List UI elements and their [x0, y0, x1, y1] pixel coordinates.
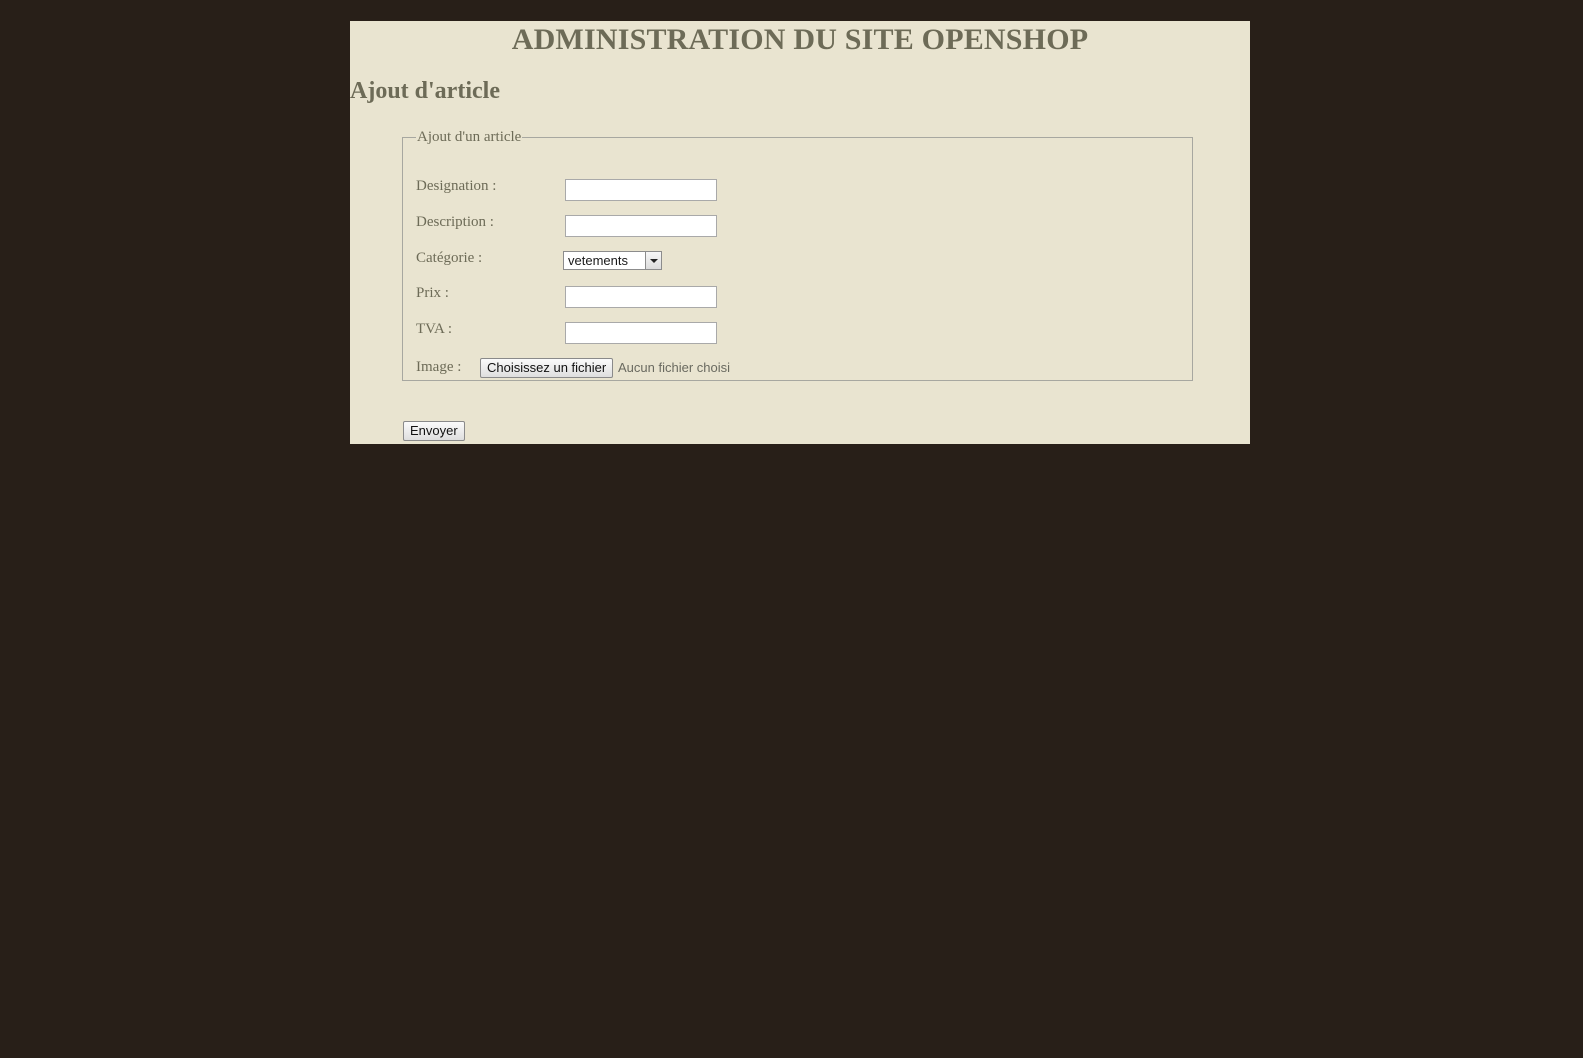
- admin-panel: ADMINISTRATION DU SITE OPENSHOP Ajout d'…: [350, 21, 1250, 444]
- tva-row: TVA :: [416, 320, 1116, 344]
- designation-row: Designation :: [416, 177, 1116, 201]
- page-title: Ajout d'article: [350, 78, 500, 104]
- categorie-row: Catégorie : vetements: [416, 249, 1116, 273]
- categorie-select[interactable]: vetements: [563, 251, 662, 270]
- file-status-text: Aucun fichier choisi: [618, 360, 730, 375]
- tva-input[interactable]: [565, 322, 717, 344]
- site-title: ADMINISTRATION DU SITE OPENSHOP: [511, 23, 1089, 56]
- description-label: Description :: [416, 214, 494, 230]
- submit-button[interactable]: Envoyer: [403, 421, 465, 441]
- tva-label: TVA :: [416, 321, 452, 337]
- choose-file-button[interactable]: Choisissez un fichier: [480, 358, 614, 378]
- description-input[interactable]: [565, 215, 717, 237]
- designation-label: Designation :: [416, 178, 497, 194]
- image-label: Image :: [416, 359, 462, 375]
- designation-input[interactable]: [565, 179, 717, 201]
- categorie-label: Catégorie :: [416, 250, 483, 266]
- description-row: Description :: [416, 213, 1116, 237]
- image-row: Image : Choisissez un fichier Aucun fich…: [416, 358, 1116, 382]
- prix-input[interactable]: [565, 286, 717, 308]
- categorie-selected-value: vetements: [568, 253, 628, 268]
- add-article-fieldset: Ajout d'un article Designation : Descrip…: [402, 128, 1193, 381]
- fieldset-legend: Ajout d'un article: [417, 129, 522, 145]
- prix-label: Prix :: [416, 285, 449, 301]
- prix-row: Prix :: [416, 284, 1116, 308]
- chevron-down-icon[interactable]: [645, 252, 661, 269]
